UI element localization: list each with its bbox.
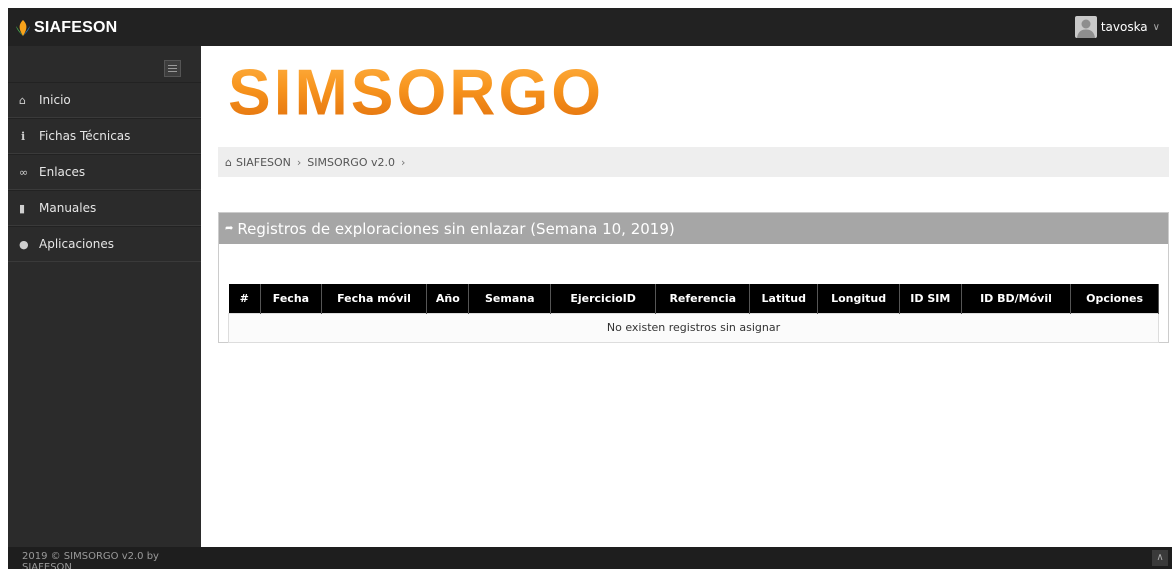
chevron-right-icon: › bbox=[400, 155, 406, 169]
table-header-row: # Fecha Fecha móvil Año Semana Ejercicio… bbox=[228, 284, 1159, 313]
sidebar: ⌂ Inicio i Fichas Técnicas ∞ Enlaces ▮ M… bbox=[8, 46, 201, 547]
user-menu[interactable]: tavoska ∨ bbox=[1074, 12, 1160, 42]
sidebar-item-aplicaciones[interactable]: ● Aplicaciones bbox=[8, 226, 201, 262]
column-header-opciones[interactable]: Opciones bbox=[1070, 284, 1159, 313]
breadcrumb-item-simsorgo[interactable]: SIMSORGO v2.0 bbox=[307, 156, 395, 169]
android-icon: ● bbox=[19, 237, 29, 251]
footer-right: ∧ bbox=[201, 547, 1172, 569]
top-bar: SIAFESON tavoska ∨ bbox=[0, 0, 1172, 46]
main-content: SIMSORGO ⌂ SIAFESON › SIMSORGO v2.0 › ➦ … bbox=[201, 46, 1172, 547]
menu-toggle-icon[interactable] bbox=[164, 60, 181, 77]
arrow-circle-icon: ➦ bbox=[225, 223, 234, 234]
column-header-ejercicio-id[interactable]: EjercicioID bbox=[550, 284, 657, 313]
top-navbar bbox=[201, 8, 1172, 46]
sidebar-menu: ⌂ Inicio i Fichas Técnicas ∞ Enlaces ▮ M… bbox=[8, 82, 201, 262]
breadcrumb-item-siafeson[interactable]: SIAFESON bbox=[236, 156, 291, 169]
column-header-anio[interactable]: Año bbox=[426, 284, 470, 313]
chevron-down-icon: ∨ bbox=[1152, 21, 1160, 33]
table-row: No existen registros sin asignar bbox=[228, 312, 1159, 343]
footer-left: 2019 © SIMSORGO v2.0 by SIAFESON bbox=[8, 547, 201, 569]
column-header-fecha[interactable]: Fecha bbox=[260, 284, 322, 313]
home-icon: ⌂ bbox=[19, 93, 26, 107]
brand-name: SIAFESON bbox=[34, 19, 118, 36]
panel-header: ➦ Registros de exploraciones sin enlazar… bbox=[219, 213, 1168, 244]
sidebar-item-label: Enlaces bbox=[39, 165, 86, 179]
link-icon: ∞ bbox=[19, 165, 29, 179]
column-header-id-sim[interactable]: ID SIM bbox=[899, 284, 962, 313]
sidebar-item-enlaces[interactable]: ∞ Enlaces bbox=[8, 154, 201, 190]
sidebar-item-label: Inicio bbox=[39, 93, 71, 107]
panel-title: Registros de exploraciones sin enlazar (… bbox=[237, 219, 675, 238]
brand-link[interactable]: SIAFESON bbox=[14, 19, 117, 37]
book-icon: ▮ bbox=[19, 201, 26, 215]
footer: 2019 © SIMSORGO v2.0 by SIAFESON ∧ bbox=[0, 547, 1172, 569]
top-strip bbox=[0, 0, 1172, 8]
breadcrumb: ⌂ SIAFESON › SIMSORGO v2.0 › bbox=[218, 147, 1169, 177]
siafeson-logo-icon bbox=[16, 20, 30, 36]
column-header-longitud[interactable]: Longitud bbox=[817, 284, 900, 313]
sidebar-item-label: Aplicaciones bbox=[39, 237, 114, 251]
sidebar-item-manuales[interactable]: ▮ Manuales bbox=[8, 190, 201, 226]
app-logo: SIMSORGO bbox=[228, 55, 605, 129]
user-name: tavoska bbox=[1100, 20, 1148, 34]
home-icon: ⌂ bbox=[225, 155, 232, 169]
column-header-id-bd-movil[interactable]: ID BD/Móvil bbox=[961, 284, 1072, 313]
sidebar-item-inicio[interactable]: ⌂ Inicio bbox=[8, 82, 201, 118]
user-avatar-icon bbox=[1076, 19, 1095, 38]
column-header-latitud[interactable]: Latitud bbox=[749, 284, 819, 313]
records-table: # Fecha Fecha móvil Año Semana Ejercicio… bbox=[228, 284, 1159, 343]
chevron-right-icon: › bbox=[296, 155, 302, 169]
sidebar-item-label: Manuales bbox=[39, 201, 97, 215]
empty-message: No existen registros sin asignar bbox=[228, 312, 1159, 343]
avatar bbox=[1074, 16, 1097, 38]
column-header-semana[interactable]: Semana bbox=[468, 284, 551, 313]
column-header-fecha-movil[interactable]: Fecha móvil bbox=[321, 284, 428, 313]
sidebar-item-label: Fichas Técnicas bbox=[39, 129, 131, 143]
sidebar-item-fichas-tecnicas[interactable]: i Fichas Técnicas bbox=[8, 118, 201, 154]
footer-text: 2019 © SIMSORGO v2.0 by SIAFESON bbox=[22, 551, 159, 569]
column-header-referencia[interactable]: Referencia bbox=[655, 284, 751, 313]
chevron-up-icon[interactable]: ∧ bbox=[1152, 550, 1168, 566]
info-icon: i bbox=[21, 129, 26, 143]
column-header-number[interactable]: # bbox=[228, 284, 261, 313]
